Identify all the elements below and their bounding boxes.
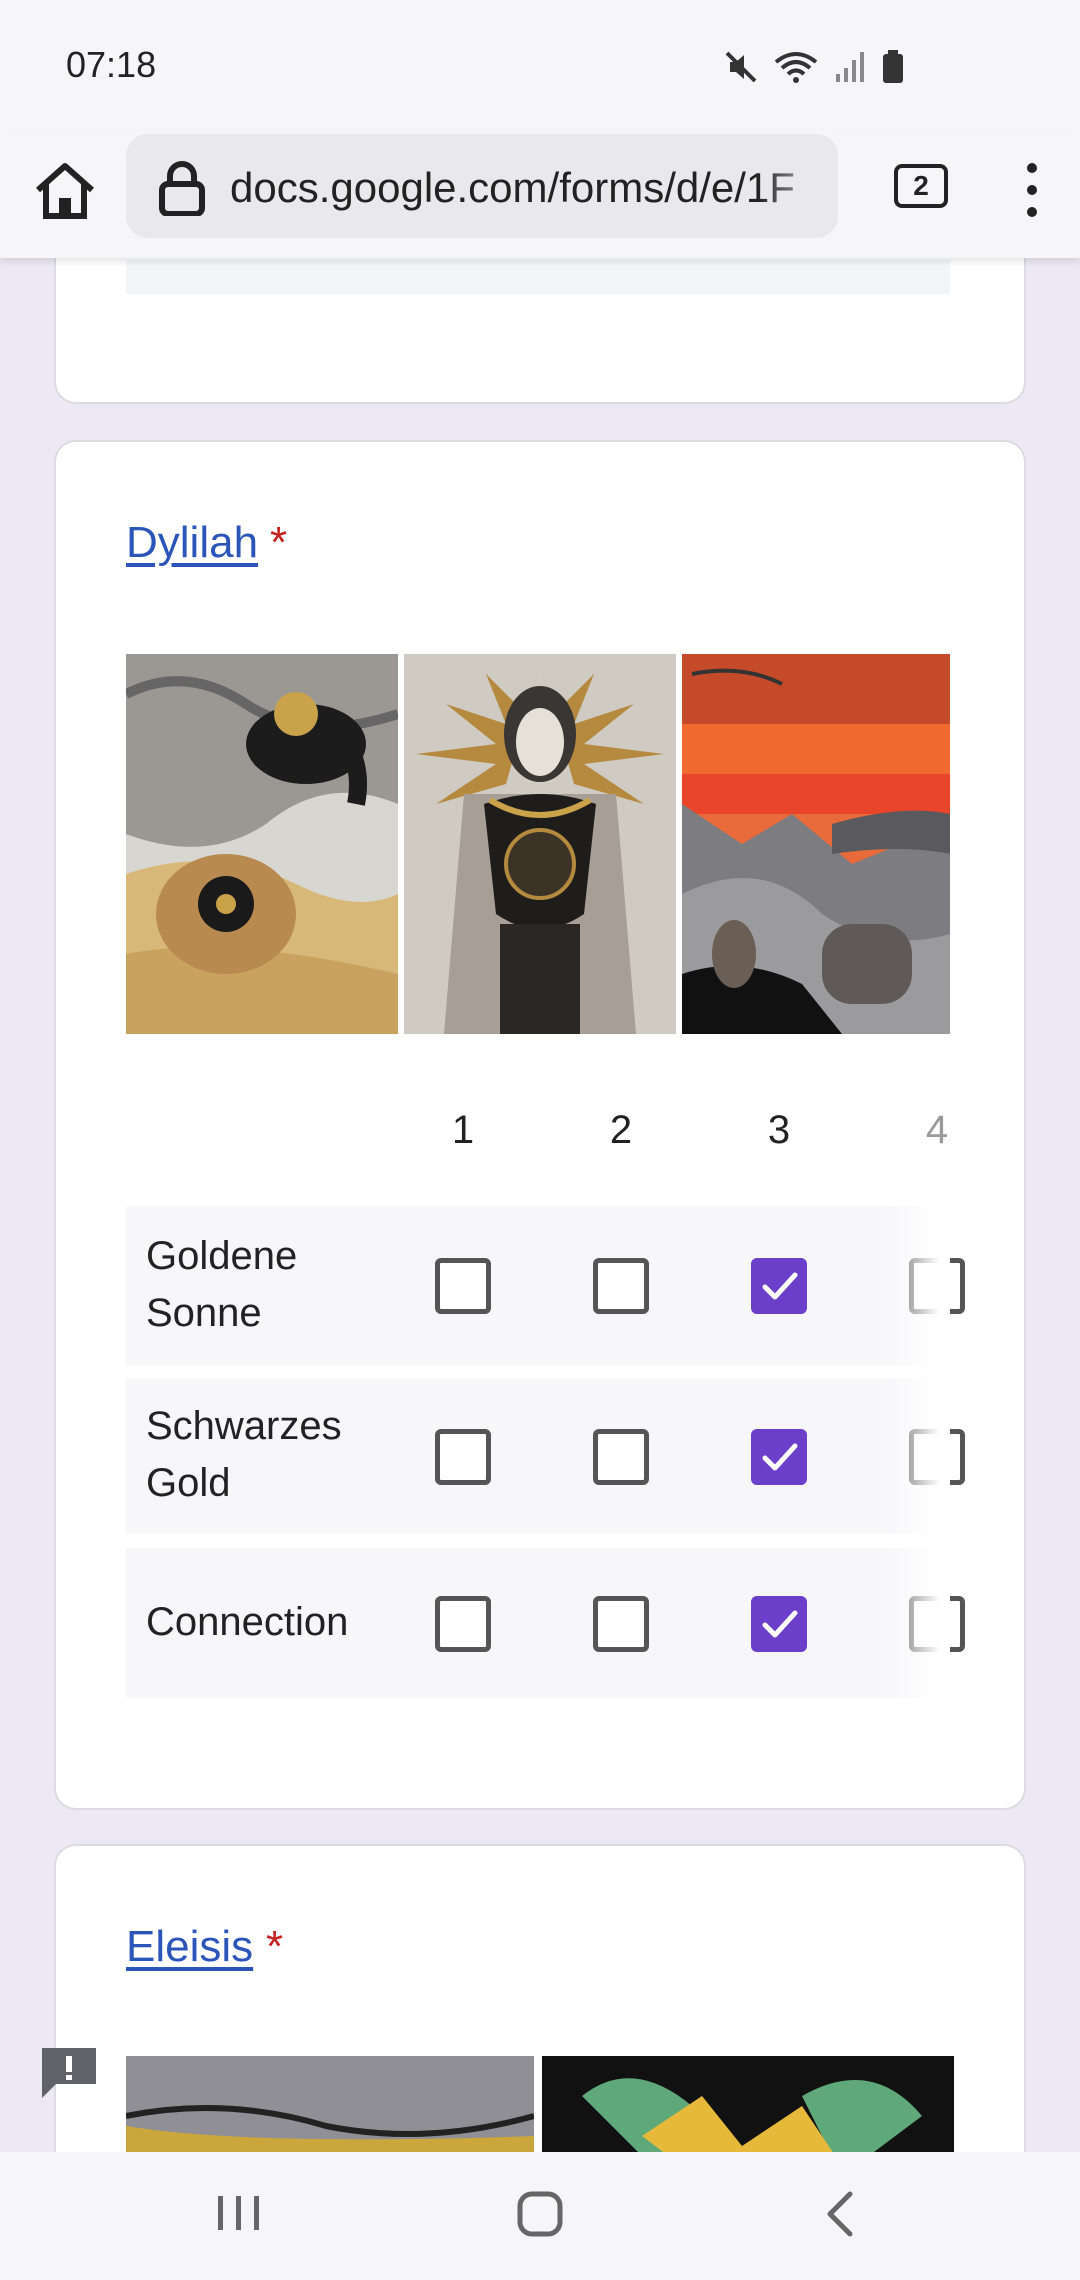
mute-icon (724, 50, 758, 89)
check-icon (762, 1610, 798, 1638)
more-vert-icon[interactable] (1010, 160, 1054, 220)
question-title[interactable]: Eleisis (126, 1922, 253, 1972)
row-label: Goldene Sonne (146, 1234, 298, 1335)
screen: 07:18 docs.google.com/forms/d/e/1F 2 Dyl… (0, 0, 1080, 2280)
grid-row: Connection (126, 1548, 965, 1698)
url-fade (758, 134, 838, 238)
check-icon (762, 1272, 798, 1300)
home-icon (36, 163, 94, 219)
checkbox[interactable] (593, 1258, 649, 1314)
required-marker: * (270, 518, 288, 567)
url-text: docs.google.com/forms/d/e/1F (230, 164, 795, 211)
question-title[interactable]: Dylilah (126, 518, 258, 568)
grid-row: Schwarzes Gold (126, 1378, 965, 1534)
address-bar[interactable]: docs.google.com/forms/d/e/1F (126, 134, 838, 238)
status-time: 07:18 (66, 44, 157, 85)
checkbox[interactable] (435, 1429, 491, 1485)
scroll-fade (880, 1548, 950, 1698)
checkbox[interactable] (593, 1596, 649, 1652)
status-icons (724, 50, 904, 89)
previous-grid-remnant (126, 260, 950, 294)
column-header: 3 (767, 1108, 791, 1152)
image-panel-schwarzes-gold (404, 654, 676, 1034)
system-nav-bar (0, 2152, 1080, 2280)
browser-toolbar: docs.google.com/forms/d/e/1F 2 (0, 130, 1080, 258)
row-label: Connection (146, 1600, 349, 1644)
question-image (126, 654, 950, 1034)
checkbox-checked[interactable] (751, 1429, 807, 1485)
home-button[interactable] (30, 156, 100, 226)
question-card-dylilah: Dylilah * 1 2 3 4 Goldene Sonne Schwarze… (54, 440, 1026, 1810)
column-header: 2 (609, 1108, 633, 1152)
wifi-icon (774, 50, 818, 89)
grid-row: Goldene Sonne (126, 1206, 965, 1366)
status-bar: 07:18 (0, 0, 1080, 130)
row-label: Schwarzes Gold (146, 1404, 342, 1505)
recent-apps-icon[interactable] (214, 2190, 264, 2241)
checkbox[interactable] (435, 1258, 491, 1314)
column-header: 4 (925, 1108, 949, 1152)
column-header: 1 (451, 1108, 475, 1152)
image-panel-connection (682, 654, 950, 1034)
checkbox-checked[interactable] (751, 1258, 807, 1314)
scroll-fade (880, 1378, 950, 1534)
back-icon[interactable] (820, 2188, 860, 2245)
home-nav-icon[interactable] (516, 2190, 564, 2243)
battery-icon (882, 50, 904, 89)
checkbox[interactable] (435, 1596, 491, 1652)
checkbox[interactable] (593, 1429, 649, 1485)
image-panel-goldene-sonne (126, 654, 398, 1034)
required-marker: * (266, 1922, 284, 1971)
tabs-button[interactable]: 2 (894, 164, 948, 208)
feedback-icon[interactable] (38, 2044, 100, 2102)
scroll-fade (880, 1206, 950, 1366)
lock-icon (156, 160, 208, 217)
checkbox-checked[interactable] (751, 1596, 807, 1652)
signal-icon (834, 50, 866, 89)
check-icon (762, 1443, 798, 1471)
